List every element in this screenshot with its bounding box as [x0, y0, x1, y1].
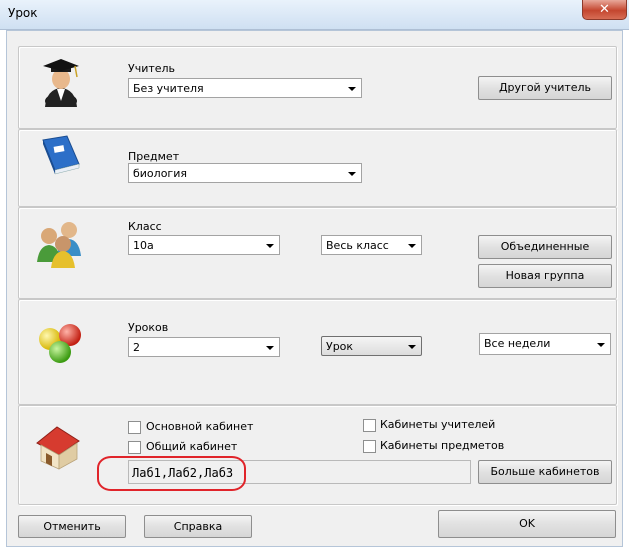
subject-rooms-label: Кабинеты предметов — [380, 439, 505, 452]
lesson-type-value: Урок — [326, 340, 354, 353]
rooms-panel: Основной кабинет Общий кабинет Кабинеты … — [18, 405, 617, 505]
class-label: Класс — [128, 220, 162, 233]
people-group-icon — [33, 218, 89, 271]
chevron-down-icon — [348, 172, 356, 176]
annotation-highlight-oval — [97, 456, 246, 491]
house-icon — [33, 421, 83, 474]
weeks-select[interactable]: Все недели — [479, 333, 611, 355]
colored-balls-icon — [37, 322, 85, 369]
chevron-down-icon — [348, 87, 356, 91]
chevron-down-icon — [266, 346, 274, 350]
lessons-count-value: 2 — [133, 341, 140, 354]
class-select[interactable]: 10а — [128, 235, 280, 255]
chevron-down-icon — [408, 244, 416, 248]
book-icon — [39, 134, 83, 183]
weeks-select-value: Все недели — [484, 337, 551, 350]
group-select-value: Весь класс — [326, 239, 389, 252]
main-room-label: Основной кабинет — [146, 420, 254, 433]
shared-room-label: Общий кабинет — [146, 440, 238, 453]
help-button[interactable]: Справка — [144, 515, 252, 538]
lessons-count-select[interactable]: 2 — [128, 337, 280, 357]
chevron-down-icon — [597, 343, 605, 347]
subject-panel: Предмет биология — [18, 129, 617, 207]
subject-rooms-checkbox[interactable] — [363, 440, 376, 453]
title-bar: Урок ✕ — [0, 0, 629, 30]
teachers-rooms-label: Кабинеты учителей — [380, 418, 496, 431]
teacher-graduate-icon — [37, 55, 85, 110]
cancel-button[interactable]: Отменить — [18, 515, 126, 538]
chevron-down-icon — [408, 345, 416, 349]
class-panel: Класс 10а Весь класс Объединенные Новая … — [18, 207, 617, 299]
window-title: Урок — [8, 6, 38, 20]
more-rooms-button[interactable]: Больше кабинетов — [478, 460, 612, 484]
ok-button[interactable]: OK — [438, 510, 616, 538]
subject-select[interactable]: биология — [128, 163, 362, 183]
teacher-select-value: Без учителя — [133, 82, 204, 95]
teacher-label: Учитель — [128, 62, 176, 75]
subject-select-value: биология — [133, 167, 187, 180]
close-button[interactable]: ✕ — [582, 0, 627, 20]
main-room-checkbox[interactable] — [128, 421, 141, 434]
lessons-panel: Уроков 2 Урок Все недели — [18, 299, 617, 405]
combined-button[interactable]: Объединенные — [478, 235, 612, 259]
other-teacher-button[interactable]: Другой учитель — [478, 76, 612, 100]
new-group-button[interactable]: Новая группа — [478, 264, 612, 288]
shared-room-checkbox[interactable] — [128, 441, 141, 454]
chevron-down-icon — [266, 244, 274, 248]
dialog-body: Учитель Без учителя Другой учитель Предм… — [6, 30, 623, 547]
lessons-label: Уроков — [128, 321, 169, 334]
teacher-select[interactable]: Без учителя — [128, 78, 362, 98]
group-select[interactable]: Весь класс — [321, 235, 422, 255]
class-select-value: 10а — [133, 239, 154, 252]
lesson-type-select[interactable]: Урок — [321, 336, 422, 356]
subject-label: Предмет — [128, 150, 180, 163]
teacher-panel: Учитель Без учителя Другой учитель — [18, 46, 617, 129]
teachers-rooms-checkbox[interactable] — [363, 419, 376, 432]
